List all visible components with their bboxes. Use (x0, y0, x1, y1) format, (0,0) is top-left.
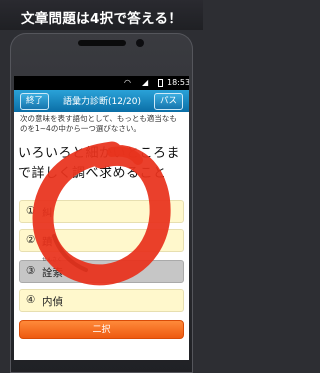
two-choice-button[interactable]: 二択 (19, 320, 184, 339)
option-text: 糾 (42, 207, 53, 219)
quiz-header: 終了 語彙力診断(12/20) パス (14, 90, 189, 112)
status-time: 18:53 (167, 78, 189, 87)
promo-headline: 文章問題は4択で答える！ (20, 11, 183, 27)
option-furigana: せんさく (42, 257, 63, 263)
pass-button[interactable]: パス (153, 93, 183, 110)
option-text: 蹟 (42, 236, 53, 248)
signal-icon: ◢ (142, 78, 149, 87)
option-text: 詮索 (42, 267, 63, 279)
option-number: ③ (26, 265, 36, 277)
phone-camera (136, 39, 144, 47)
option-number: ② (26, 234, 36, 246)
status-bar: ◠ ◢ 18:53 (14, 76, 189, 90)
app-screen: ◠ ◢ 18:53 終了 語彙力診断(12/20) パス 次の意味を表す語句とし… (14, 76, 189, 360)
option-number: ④ (26, 294, 36, 306)
end-button[interactable]: 終了 (20, 93, 50, 110)
question-text: いろいろと細かいところまで詳しく調べ求めること (18, 146, 181, 181)
phone-earpiece (78, 40, 126, 46)
question-instruction: 次の意味を表す語句として、もっとも適当なものを1~4の中から一つ選びなさい。 (20, 114, 177, 133)
answer-option-1[interactable]: ① 糾 (19, 200, 184, 223)
wifi-icon: ◠ (124, 78, 131, 87)
option-number: ① (26, 205, 36, 217)
option-text: 内偵 (42, 296, 63, 308)
battery-icon (158, 79, 163, 87)
answer-option-3[interactable]: せんさく ③ 詮索 (19, 257, 184, 283)
promo-banner: 文章問題は4択で答える！ (0, 0, 203, 30)
answer-option-4[interactable]: ④ 内偵 (19, 289, 184, 312)
quiz-title: 語彙力診断(12/20) (63, 97, 141, 107)
answer-option-2[interactable]: ② 蹟 (19, 229, 184, 252)
